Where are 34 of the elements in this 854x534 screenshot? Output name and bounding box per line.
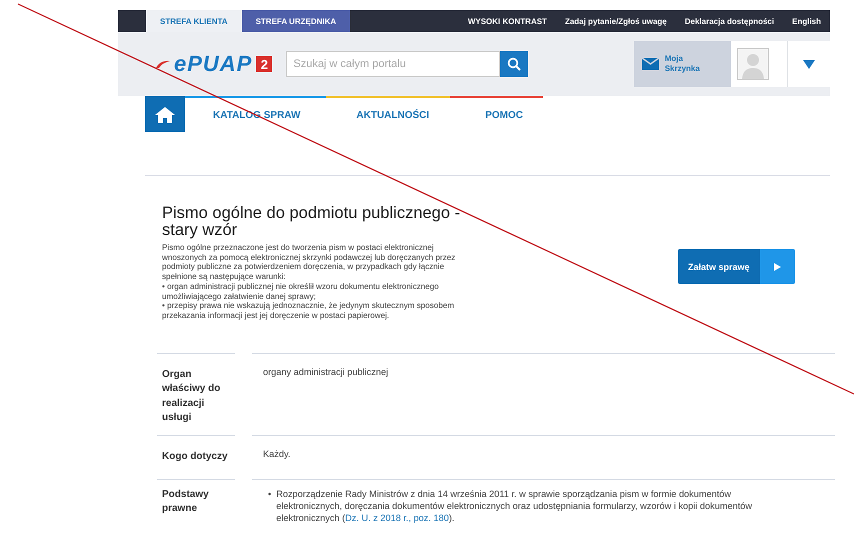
bullet-text: • — [268, 488, 272, 501]
home-icon — [155, 107, 175, 123]
logo-badge: 2 — [256, 56, 272, 72]
service-title: Pismo ogólne do podmiotu publicznego - stary wzór — [162, 205, 462, 238]
row-value: Każdy. — [263, 448, 290, 459]
legal-basis-text: Rozporządzenie Rady Ministrów z dnia 14 września 2011 r. w sprawie sporządzania pism w formie dokumentów elektronicznych, doręczania dokumentów elektronicznych oraz udostępniania formularzy, wzorów i kopii dokumentów elektronicznych (Dz. U. z 2018 r., poz. 180). — [276, 488, 753, 524]
row-label: Organ właściwy do realizacji usługi — [157, 352, 235, 435]
row-label: Podstawy prawne — [157, 478, 235, 524]
top-link[interactable]: English — [783, 16, 830, 26]
search-field[interactable]: Szukaj w całym portalu — [286, 51, 500, 77]
mailbox-button[interactable]: Moja Skrzynka — [634, 41, 731, 87]
row-label: Kogo dotyczy — [157, 434, 235, 479]
row-value: organy administracji publicznej — [263, 366, 388, 377]
action-button[interactable]: Załatw sprawę — [678, 249, 795, 284]
envelope-icon — [642, 58, 659, 70]
top-link[interactable]: WYSOKI KONTRAST — [458, 16, 556, 26]
nav-link[interactable]: AKTUALNOŚCI — [356, 110, 430, 120]
description-text: • organ administracji publicznej nie określił wzoru dokumentu elektronicznego umożliwiającego załatwienie danej sprawy; — [162, 282, 440, 302]
home-button[interactable] — [145, 98, 185, 132]
swoosh-icon — [156, 60, 170, 68]
top-link[interactable]: Deklaracja dostępności — [676, 16, 784, 26]
description-text: • przepisy prawa nie wskazują jednoznacznie, że jedynym skutecznym sposobem przekazania informacji jest jej doręczenie w postaci papierowej. — [162, 301, 456, 321]
legal-link[interactable]: Dz. U. z 2018 r., poz. 180 — [345, 513, 449, 524]
search-button[interactable] — [500, 51, 528, 77]
nav-link[interactable]: POMOC — [485, 110, 523, 120]
top-link[interactable]: Zadaj pytanie/Zgłoś uwagę — [556, 16, 676, 26]
zone-tab[interactable]: STREFA URZĘDNIKA — [242, 10, 350, 32]
caret-icon — [803, 60, 816, 68]
avatar-icon — [736, 48, 769, 80]
zone-tab[interactable]: STREFA KLIENTA — [146, 10, 242, 32]
search-icon — [507, 57, 522, 71]
play-icon — [774, 262, 781, 270]
description-text: Pismo ogólne przeznaczone jest do tworzenia pism w postaci elektronicznej wnoszonych za pomocą elektronicznej skrzynki podawczej lub doręczanych przez podmioty publiczne za potwierdzeniem doręczenia, w przypadkach gdy łącznie spełnione są następujące warunki: — [162, 243, 456, 282]
logo-text: ePUAP — [174, 51, 252, 77]
